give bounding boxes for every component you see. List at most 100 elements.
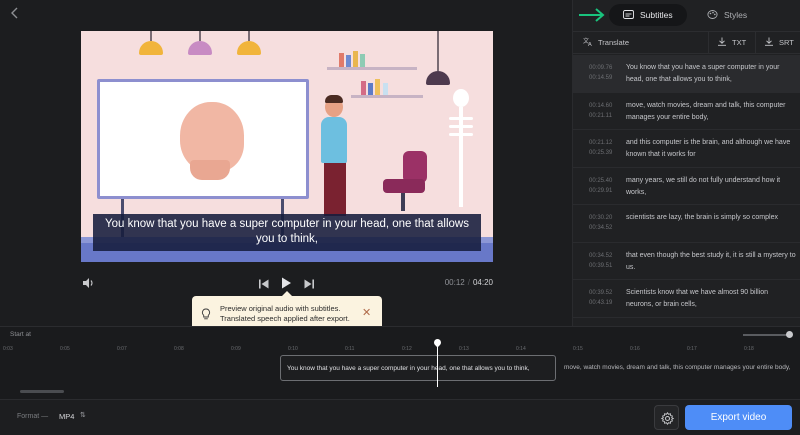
subtitle-times: 00:34.52 00:39.51 <box>589 251 612 271</box>
subtitle-times: 00:39.52 00:43.19 <box>589 288 612 308</box>
subtitle-row[interactable]: 00:09.76 00:14.59 You know that you have … <box>573 55 800 93</box>
tab-subtitles[interactable]: Subtitles <box>609 4 687 26</box>
svg-text:A: A <box>588 42 592 46</box>
subtitles-panel: Subtitles Styles 文 A Translate TXT SRT 00:… <box>572 0 800 326</box>
teacher-legs <box>324 161 346 216</box>
skip-forward-icon[interactable] <box>303 277 315 289</box>
subtitle-start[interactable]: 00:30.20 <box>589 213 612 223</box>
subtitle-start[interactable]: 00:14.60 <box>589 101 612 111</box>
ruler-tick: 0:10 <box>288 346 298 352</box>
timeline-ruler[interactable]: 0:03 0:05 0:07 0:08 0:09 0:10 0:11 0:12 … <box>0 343 800 353</box>
back-button[interactable] <box>8 6 22 20</box>
tool-divider <box>755 32 756 54</box>
txt-label: TXT <box>732 38 747 47</box>
panel-tabs: Subtitles Styles <box>573 0 800 30</box>
subtitle-end[interactable]: 00:21.11 <box>589 111 612 121</box>
ruler-tick: 0:15 <box>573 346 583 352</box>
subtitle-row[interactable]: 00:39.52 00:43.19 Scientists know that we… <box>573 280 800 318</box>
green-arrow-icon <box>579 8 605 22</box>
player-controls: 00:12/04:20 <box>81 276 493 292</box>
ceiling-lamp <box>426 31 450 97</box>
subtitle-start[interactable]: 00:34.52 <box>589 251 612 261</box>
subtitle-text[interactable]: Scientists know that we have almost 90 b… <box>626 287 796 311</box>
timeline-clip-next[interactable]: move, watch movies, dream and talk, this… <box>558 355 800 381</box>
tab-styles-label: Styles <box>724 10 748 20</box>
subtitle-row[interactable]: 00:34.52 00:39.51 that even though the be… <box>573 243 800 280</box>
zoom-slider-handle[interactable] <box>786 331 793 338</box>
ceiling-lamp <box>139 31 163 57</box>
book <box>383 83 388 95</box>
subtitle-end[interactable]: 00:25.39 <box>589 148 612 158</box>
subtitle-row[interactable]: 00:21.12 00:25.39 and this computer is th… <box>573 130 800 168</box>
srt-label: SRT <box>779 38 794 47</box>
subtitle-start[interactable]: 00:21.12 <box>589 138 612 148</box>
app-window: You know that you have a super computer … <box>0 0 800 435</box>
book <box>339 53 344 67</box>
zoom-slider-track[interactable] <box>743 334 789 336</box>
book <box>346 55 351 67</box>
sort-arrows-icon[interactable]: ⇅ <box>80 411 86 419</box>
total-duration: 04:20 <box>472 278 493 287</box>
download-icon <box>718 37 726 46</box>
skeleton-rib <box>449 125 473 128</box>
ruler-tick: 0:13 <box>459 346 469 352</box>
subtitle-text[interactable]: many years, we still do not fully unders… <box>626 175 796 199</box>
ceiling-lamp <box>188 31 212 57</box>
download-icon <box>765 37 773 46</box>
ruler-tick: 0:16 <box>630 346 640 352</box>
subtitle-list: 00:09.76 00:14.59 You know that you have … <box>573 55 800 318</box>
tooltip-line-2: Translated speech applied after export. <box>220 314 350 323</box>
palette-icon <box>707 10 718 19</box>
shelf <box>327 67 417 70</box>
subtitle-times: 00:14.60 00:21.11 <box>589 101 612 121</box>
settings-button[interactable] <box>654 405 679 430</box>
chair-seat <box>383 179 425 193</box>
translate-icon: 文A <box>583 37 592 46</box>
time-display: 00:12/04:20 <box>445 278 493 287</box>
current-time: 00:12 <box>444 278 465 287</box>
subtitle-times: 00:09.76 00:14.59 <box>589 63 612 83</box>
teacher-hair <box>325 95 343 103</box>
volume-icon[interactable] <box>81 276 95 290</box>
translate-label: Translate <box>598 38 629 47</box>
subtitle-row[interactable]: 00:30.20 00:34.52 scientists are lazy, th… <box>573 205 800 243</box>
skip-back-icon[interactable] <box>258 277 270 289</box>
bottom-bar: Format — MP4 ⇅ Export video <box>0 399 800 435</box>
export-video-button[interactable]: Export video <box>685 405 792 430</box>
subtitle-text[interactable]: You know that you have a super computer … <box>626 62 796 86</box>
play-icon[interactable] <box>279 276 293 290</box>
ruler-tick: 0:05 <box>60 346 70 352</box>
translate-button[interactable]: 文 A Translate <box>583 32 629 54</box>
subtitle-row[interactable]: 00:25.40 00:29.91 many years, we still do… <box>573 168 800 205</box>
subtitle-end[interactable]: 00:43.19 <box>589 298 612 308</box>
subtitle-row[interactable]: 00:14.60 00:21.11 move, watch movies, dre… <box>573 93 800 130</box>
subtitle-text[interactable]: move, watch movies, dream and talk, this… <box>626 100 796 124</box>
subtitle-text[interactable]: and this computer is the brain, and alth… <box>626 137 796 161</box>
subtitle-text[interactable]: that even though the best study it, it i… <box>626 250 796 274</box>
subtitle-times: 00:30.20 00:34.52 <box>589 213 612 233</box>
book <box>360 54 365 67</box>
skeleton-rib <box>449 133 473 136</box>
timeline-scrollbar[interactable] <box>20 390 64 393</box>
playhead[interactable] <box>437 341 438 387</box>
subtitle-start[interactable]: 00:25.40 <box>589 176 612 186</box>
ruler-tick: 0:14 <box>516 346 526 352</box>
subtitle-end[interactable]: 00:39.51 <box>589 261 612 271</box>
download-srt-button[interactable]: SRT <box>764 32 794 54</box>
subtitle-end[interactable]: 00:34.52 <box>589 223 612 233</box>
editor-area: You know that you have a super computer … <box>0 0 572 333</box>
timeline-clip-active[interactable]: You know that you have a super computer … <box>280 355 556 381</box>
subtitle-start[interactable]: 00:09.76 <box>589 63 612 73</box>
format-select[interactable]: MP4 <box>59 412 74 421</box>
subtitle-start[interactable]: 00:39.52 <box>589 288 612 298</box>
download-txt-button[interactable]: TXT <box>717 32 746 54</box>
subtitle-end[interactable]: 00:14.59 <box>589 73 612 83</box>
subtitle-end[interactable]: 00:29.91 <box>589 186 612 196</box>
chevron-left-icon <box>11 7 18 19</box>
ruler-tick: 0:03 <box>3 346 13 352</box>
subtitle-text[interactable]: scientists are lazy, the brain is simply… <box>626 212 796 224</box>
tab-styles[interactable]: Styles <box>707 4 777 26</box>
close-icon[interactable]: ✕ <box>362 308 372 319</box>
ruler-tick: 0:17 <box>687 346 697 352</box>
time-separator: / <box>467 278 470 287</box>
